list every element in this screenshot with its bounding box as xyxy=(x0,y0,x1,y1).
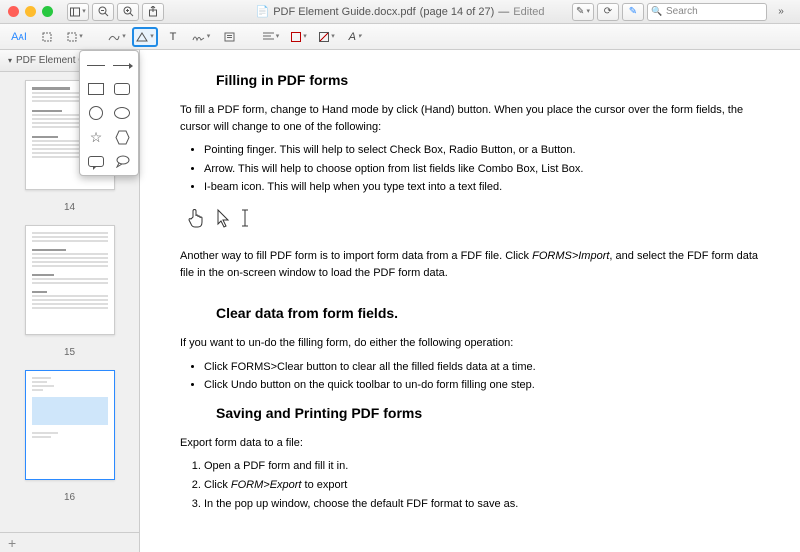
title-bar: 📄 PDF Element Guide.docx.pdf (page 14 of… xyxy=(0,0,800,24)
shapes-popover: ☆ xyxy=(79,50,139,176)
zoom-out-button[interactable] xyxy=(92,3,114,21)
zoom-window-button[interactable] xyxy=(42,6,53,17)
pointing-hand-icon xyxy=(188,207,206,234)
signature-button[interactable] xyxy=(188,27,214,47)
pdf-icon: 📄 xyxy=(256,5,270,18)
align-button[interactable] xyxy=(258,27,284,47)
title-text: PDF Element Guide.docx.pdf xyxy=(273,6,415,18)
crop-button[interactable] xyxy=(34,27,60,47)
paragraph: Another way to fill PDF form is to impor… xyxy=(180,248,760,281)
stroke-color-button[interactable] xyxy=(314,27,340,47)
shape-circle[interactable] xyxy=(86,105,106,121)
rotate-button[interactable]: ⟳ xyxy=(597,3,619,21)
shape-line[interactable] xyxy=(86,57,106,73)
zoom-in-button[interactable] xyxy=(117,3,139,21)
annotation-toolbar: AᴀI T A xyxy=(0,24,800,50)
list-item: Click FORM>Export to export xyxy=(204,476,760,495)
shapes-button[interactable] xyxy=(132,27,158,47)
page-indicator: (page 14 of 27) xyxy=(420,6,495,18)
page-thumbnail[interactable] xyxy=(25,370,115,480)
list-item: Open a PDF form and fill it in. xyxy=(204,457,760,476)
edited-status: Edited xyxy=(513,6,544,18)
heading-filling: Filling in PDF forms xyxy=(216,72,760,88)
shape-speech-bubble[interactable] xyxy=(86,153,106,169)
page-thumbnail[interactable] xyxy=(25,225,115,335)
sidebar-view-button[interactable] xyxy=(67,3,89,21)
document-content: Filling in PDF forms To fill a PDF form,… xyxy=(140,50,800,552)
cursor-examples xyxy=(188,207,760,234)
shape-rounded-rectangle[interactable] xyxy=(112,81,132,97)
list-item: Click Undo button on the quick toolbar t… xyxy=(204,376,760,395)
add-page-button[interactable]: + xyxy=(0,532,139,552)
list-item: In the pop up window, choose the default… xyxy=(204,495,760,514)
text-style-button[interactable]: AᴀI xyxy=(6,27,32,47)
shape-ellipse[interactable] xyxy=(112,105,132,121)
heading-clear: Clear data from form fields. xyxy=(216,305,760,321)
arrow-cursor-icon xyxy=(216,208,230,233)
sketch-button[interactable] xyxy=(104,27,130,47)
bullet-list: Click FORMS>Clear button to clear all th… xyxy=(204,358,760,395)
font-style-button[interactable]: A xyxy=(342,27,368,47)
paragraph: To fill a PDF form, change to Hand mode … xyxy=(180,102,760,135)
heading-saving: Saving and Printing PDF forms xyxy=(216,405,760,421)
thumbnail-label: 15 xyxy=(64,347,75,358)
paragraph: If you want to un-do the filling form, d… xyxy=(180,335,760,352)
thumbnail-label: 16 xyxy=(64,492,75,503)
shape-star[interactable]: ☆ xyxy=(86,129,106,145)
document-title: 📄 PDF Element Guide.docx.pdf (page 14 of… xyxy=(256,5,545,18)
fill-color-button[interactable] xyxy=(286,27,312,47)
shape-callout[interactable] xyxy=(112,153,132,169)
bullet-list: Pointing finger. This will help to selec… xyxy=(204,141,760,197)
note-button[interactable] xyxy=(216,27,242,47)
ibeam-cursor-icon xyxy=(240,208,250,233)
search-input[interactable]: Search xyxy=(647,3,767,21)
text-tool-button[interactable]: T xyxy=(160,27,186,47)
list-item: Arrow. This will help to choose option f… xyxy=(204,160,760,179)
close-window-button[interactable] xyxy=(8,6,19,17)
shape-polygon[interactable] xyxy=(112,129,132,145)
minimize-window-button[interactable] xyxy=(25,6,36,17)
expand-button[interactable]: » xyxy=(770,3,792,21)
markup-button[interactable]: ✎ xyxy=(622,3,644,21)
list-item: Pointing finger. This will help to selec… xyxy=(204,141,760,160)
list-item: Click FORMS>Clear button to clear all th… xyxy=(204,358,760,377)
thumbnail-label: 14 xyxy=(64,202,75,213)
shape-rectangle[interactable] xyxy=(86,81,106,97)
selection-button[interactable] xyxy=(62,27,88,47)
shape-arrow[interactable] xyxy=(112,57,132,73)
window-controls xyxy=(8,6,53,17)
numbered-list: Open a PDF form and fill it in. Click FO… xyxy=(204,457,760,513)
share-button[interactable] xyxy=(142,3,164,21)
list-item: I-beam icon. This will help when you typ… xyxy=(204,178,760,197)
annotate-button[interactable]: ✎ xyxy=(572,3,594,21)
paragraph: Export form data to a file: xyxy=(180,435,760,452)
